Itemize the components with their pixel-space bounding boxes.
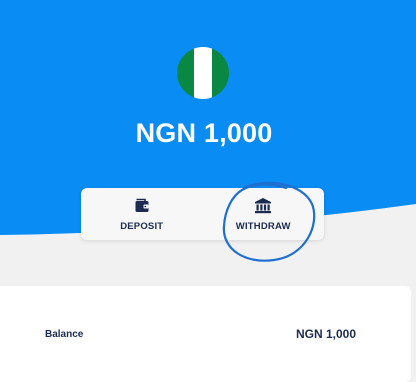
deposit-label: DEPOSIT	[120, 220, 164, 232]
withdraw-label: WITHDRAW	[235, 220, 291, 232]
withdraw-button[interactable]: WITHDRAW	[203, 188, 325, 240]
flag-stripe-center	[194, 47, 212, 99]
nigeria-flag-icon	[177, 47, 229, 99]
deposit-button[interactable]: DEPOSIT	[81, 188, 203, 240]
balance-value: NGN 1,000	[296, 327, 357, 341]
balance-card: Balance NGN 1,000	[0, 286, 411, 382]
wallet-amount: NGN 1,000	[135, 118, 273, 148]
action-bar: DEPOSIT WITHDRAW	[81, 188, 324, 240]
balance-label: Balance	[45, 329, 84, 340]
bank-icon	[254, 197, 272, 215]
wallet-icon	[134, 197, 150, 215]
